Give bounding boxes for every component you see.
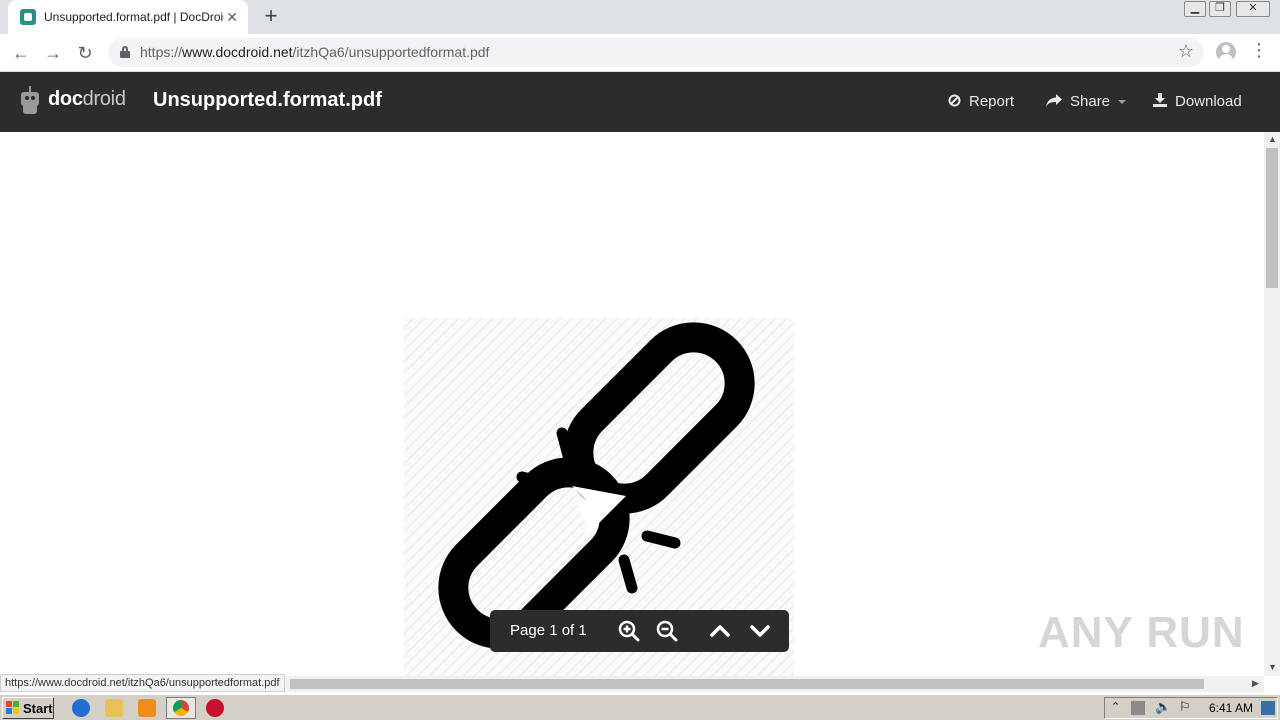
next-page-chevron-down-icon[interactable]	[748, 619, 772, 643]
action-center-flag-icon[interactable]: ⚐	[1179, 699, 1191, 715]
media-player-icon[interactable]	[138, 699, 156, 717]
network-icon[interactable]	[1131, 701, 1145, 715]
bookmark-star-icon[interactable]: ☆	[1178, 41, 1194, 62]
tray-expand-icon[interactable]: ⌃	[1111, 700, 1120, 713]
vertical-scroll-thumb[interactable]	[1266, 148, 1278, 288]
chrome-icon	[173, 700, 189, 716]
page-indicator: Page 1 of 1	[510, 622, 587, 639]
show-desktop-icon[interactable]	[1261, 701, 1275, 715]
logo-text: docdroid	[48, 87, 126, 110]
internet-explorer-icon[interactable]	[72, 699, 90, 717]
start-label: Start	[23, 700, 53, 716]
page-controls-bar: Page 1 of 1	[490, 610, 789, 652]
status-bar-url: https://www.docdroid.net/itzhQa6/unsuppo…	[0, 674, 285, 692]
previous-page-chevron-up-icon[interactable]	[708, 619, 732, 643]
docdroid-header: docdroid Unsupported.format.pdf Report S…	[0, 72, 1280, 132]
windows-flag-icon	[6, 701, 20, 715]
zoom-out-icon[interactable]	[655, 619, 679, 643]
anyrun-watermark: ANY RUN	[1038, 608, 1245, 657]
opera-icon[interactable]	[206, 699, 224, 717]
download-label: Download	[1175, 93, 1242, 110]
reload-icon[interactable]: ↻	[72, 40, 98, 66]
report-button[interactable]: Report	[948, 93, 1014, 110]
ban-icon	[948, 94, 961, 110]
more-menu-icon[interactable]: ⋮	[1250, 40, 1268, 61]
browser-tab[interactable]: Unsupported.format.pdf | DocDroid ✕	[8, 0, 248, 34]
volume-icon[interactable]: 🔈	[1155, 699, 1171, 715]
document-viewer[interactable]: Page 1 of 1	[0, 132, 1264, 676]
download-icon	[1153, 93, 1167, 110]
share-button[interactable]: Share	[1046, 93, 1127, 110]
lock-icon[interactable]	[120, 46, 130, 58]
tab-title: Unsupported.format.pdf | DocDroid	[44, 10, 224, 24]
download-button[interactable]: Download	[1153, 93, 1242, 110]
docdroid-logo[interactable]: docdroid	[20, 84, 126, 114]
scroll-down-arrow-icon[interactable]: ▼	[1268, 662, 1277, 672]
chrome-taskbar-button[interactable]	[166, 697, 196, 719]
vertical-scrollbar[interactable]: ▲ ▼	[1264, 132, 1280, 676]
system-tray: ⌃ 🔈 ⚐ 6:41 AM	[1104, 697, 1278, 719]
url-text[interactable]: https://www.docdroid.net/itzhQa6/unsuppo…	[140, 44, 489, 60]
robot-logo-icon	[20, 84, 40, 114]
share-label: Share	[1070, 93, 1111, 110]
restore-button[interactable]: ❐	[1209, 1, 1231, 17]
tab-close-icon[interactable]: ✕	[226, 9, 238, 25]
back-arrow-icon[interactable]: ←	[8, 40, 34, 66]
chevron-down-icon	[1118, 99, 1127, 104]
profile-avatar-icon[interactable]	[1216, 42, 1236, 62]
file-explorer-icon[interactable]	[105, 699, 123, 717]
zoom-in-icon[interactable]	[617, 619, 641, 643]
minimize-button[interactable]: ▁	[1184, 1, 1206, 17]
forward-arrow-icon[interactable]: →	[40, 40, 66, 66]
address-bar[interactable]: https://www.docdroid.net/itzhQa6/unsuppo…	[108, 38, 1204, 67]
share-arrow-icon	[1046, 93, 1062, 110]
new-tab-button[interactable]: +	[260, 5, 282, 29]
close-window-button[interactable]: ✕	[1236, 1, 1270, 17]
start-button[interactable]: Start	[2, 697, 54, 719]
scroll-right-arrow-icon[interactable]: ▶	[1252, 678, 1259, 689]
docdroid-favicon-icon	[20, 9, 36, 25]
browser-toolbar: ← → ↻ https://www.docdroid.net/itzhQa6/u…	[0, 34, 1280, 72]
taskbar-clock[interactable]: 6:41 AM	[1209, 701, 1253, 715]
horizontal-scroll-thumb[interactable]	[290, 679, 1204, 689]
scroll-up-arrow-icon[interactable]: ▲	[1268, 134, 1277, 144]
document-title: Unsupported.format.pdf	[153, 89, 382, 111]
report-label: Report	[969, 93, 1015, 110]
browser-tab-strip: Unsupported.format.pdf | DocDroid ✕ + ▁ …	[0, 0, 1280, 34]
windows-taskbar: Start ⌃ 🔈 ⚐ 6:41 AM	[0, 694, 1280, 720]
